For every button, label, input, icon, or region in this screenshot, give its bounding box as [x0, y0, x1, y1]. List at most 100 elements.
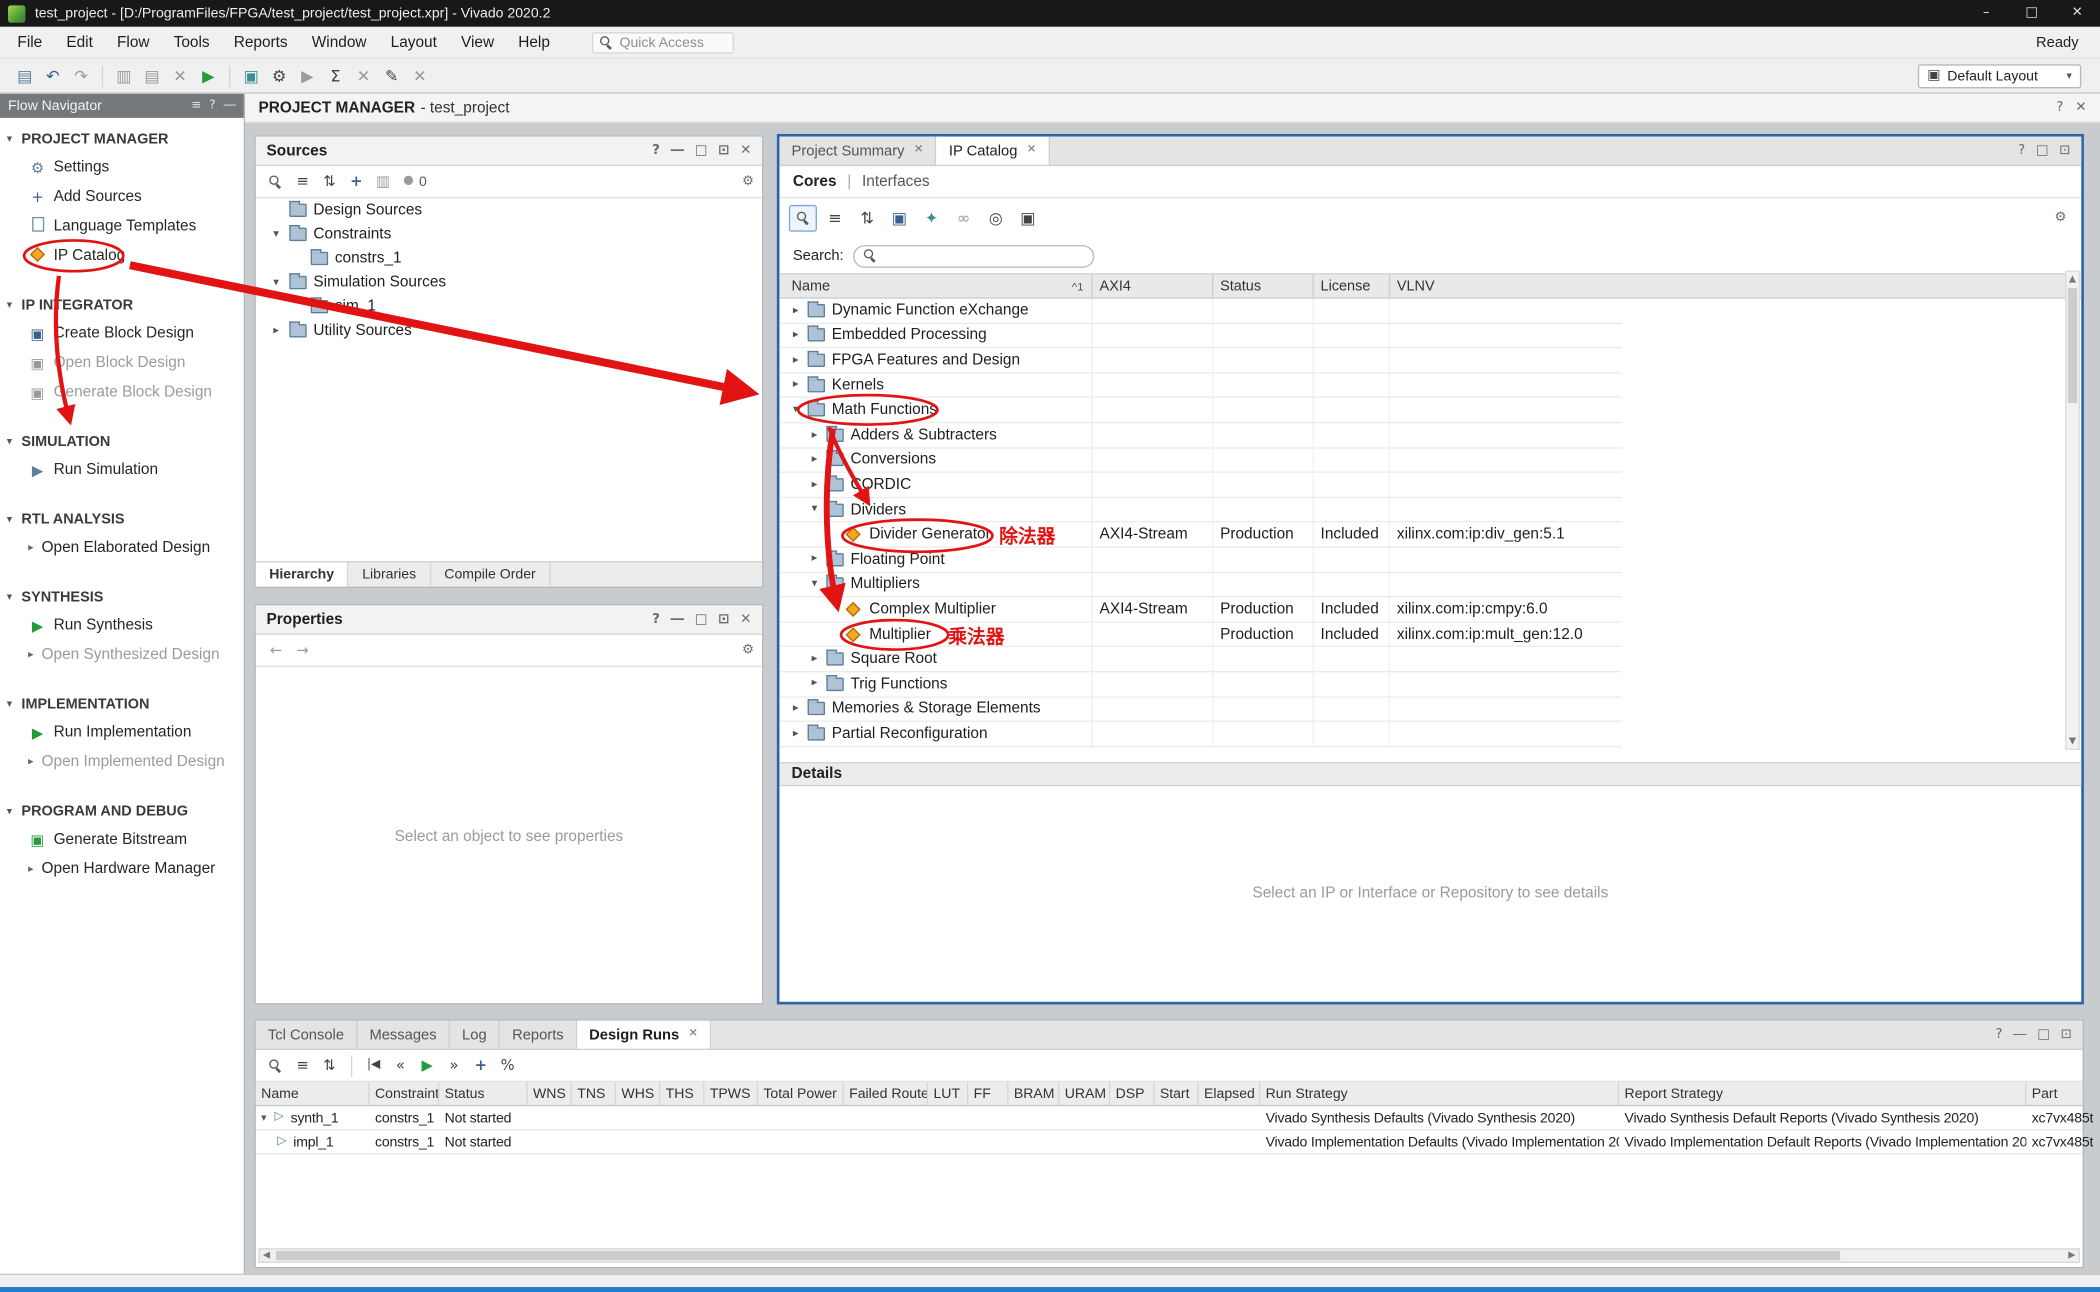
menu-layout[interactable]: Layout [379, 27, 449, 58]
chevron-right-icon[interactable]: ▸ [28, 650, 41, 661]
tab-libraries[interactable]: Libraries [349, 563, 431, 587]
help-icon[interactable]: ? [652, 613, 660, 626]
chevron-down-icon[interactable]: ▾ [273, 229, 289, 240]
flownav-item-generate-block-design[interactable]: ▣Generate Block Design [0, 378, 244, 407]
catalog-row[interactable]: ▸Dynamic Function eXchange [779, 299, 1621, 324]
expand-all-icon[interactable]: ⇅ [317, 1053, 341, 1077]
close-icon[interactable]: ✕ [689, 1029, 699, 1040]
gear-icon[interactable]: ⚙ [742, 175, 754, 188]
tab-messages[interactable]: Messages [357, 1021, 450, 1049]
ip-search-input[interactable] [853, 244, 1094, 267]
catalog-row-multiplier[interactable]: Multiplier Production Included xilinx.co… [779, 622, 1621, 647]
tab-project-summary[interactable]: Project Summary✕ [779, 137, 936, 165]
flownav-item-create-block-design[interactable]: ▣Create Block Design [0, 319, 244, 348]
collapse-icon[interactable]: ― [224, 100, 236, 112]
flownav-item-open-synthesized-design[interactable]: ▸Open Synthesized Design [0, 640, 244, 669]
section-header-program-and-debug[interactable]: ▾PROGRAM AND DEBUG [0, 798, 244, 825]
menu-tools[interactable]: Tools [162, 27, 222, 58]
minimize-icon[interactable]: ― [2013, 1028, 2026, 1041]
paste-icon[interactable]: ▤ [138, 62, 166, 89]
horizontal-scrollbar[interactable]: ◀ ▶ [258, 1248, 2079, 1263]
run-row-impl-1[interactable]: ▷impl_1 constrs_1 Not started Vivado Imp… [256, 1130, 2083, 1154]
menu-flow[interactable]: Flow [105, 27, 162, 58]
run-icon[interactable]: ▶ [415, 1053, 439, 1077]
expand-all-icon[interactable]: ⇅ [317, 169, 341, 193]
column-constraints[interactable]: Constraints [370, 1082, 440, 1105]
sigma-icon[interactable]: Σ [321, 62, 349, 89]
flownav-item-run-simulation[interactable]: ▶Run Simulation [0, 455, 244, 484]
chevron-down-icon[interactable]: ▾ [812, 504, 827, 515]
menu-window[interactable]: Window [300, 27, 379, 58]
chevron-right-icon[interactable]: ▸ [793, 703, 808, 714]
scrollbar-thumb[interactable] [276, 1251, 1840, 1260]
column-name[interactable]: Name [256, 1082, 370, 1105]
maximize-icon[interactable]: □ [2036, 144, 2049, 157]
chevron-down-icon[interactable]: ▾ [793, 404, 808, 415]
tab-reports[interactable]: Reports [500, 1021, 577, 1049]
flownav-item-language-templates[interactable]: Language Templates [0, 212, 244, 241]
catalog-row-math-functions[interactable]: ▾Math Functions [779, 398, 1621, 423]
tree-row-sim-1[interactable]: sim_1 [256, 295, 762, 319]
maximize-button[interactable]: □ [2009, 0, 2055, 27]
help-icon[interactable]: ? [1995, 1028, 2002, 1041]
collapse-all-icon[interactable]: ≡ [821, 205, 849, 232]
catalog-row-dividers[interactable]: ▾Dividers [779, 498, 1621, 523]
tab-log[interactable]: Log [450, 1021, 500, 1049]
flownav-item-open-hardware-manager[interactable]: ▸Open Hardware Manager [0, 854, 244, 883]
undo-icon[interactable]: ↶ [39, 62, 67, 89]
flownav-item-settings[interactable]: ⚙Settings [0, 153, 244, 182]
help-icon[interactable]: ? [652, 144, 660, 157]
gear-icon[interactable]: ⚙ [742, 644, 754, 657]
flownav-item-open-block-design[interactable]: ▣Open Block Design [0, 348, 244, 377]
catalog-row[interactable]: ▸Floating Point [779, 548, 1621, 573]
edit-icon[interactable]: ✎ [378, 62, 406, 89]
close-icon[interactable]: ✕ [2075, 101, 2086, 114]
flownav-item-ip-catalog[interactable]: IP Catalog [0, 241, 244, 270]
column-status[interactable]: Status [1213, 275, 1313, 298]
flownav-item-open-implemented-design[interactable]: ▸Open Implemented Design [0, 747, 244, 776]
close-icon[interactable]: ✕ [914, 145, 924, 156]
column-status[interactable]: Status [439, 1082, 527, 1105]
catalog-row[interactable]: ▸Adders & Subtracters [779, 423, 1621, 448]
hierarchy-view-icon[interactable]: ▣ [885, 205, 913, 232]
chevron-right-icon[interactable]: ▸ [793, 728, 808, 739]
menu-view[interactable]: View [449, 27, 506, 58]
taxonomy-icon[interactable]: ✦ [917, 205, 945, 232]
menu-icon[interactable]: ≡ [191, 100, 201, 112]
flownav-item-generate-bitstream[interactable]: ▣Generate Bitstream [0, 825, 244, 854]
catalog-row-multipliers[interactable]: ▾Multipliers [779, 573, 1621, 598]
catalog-row[interactable]: ▸Kernels [779, 373, 1621, 398]
catalog-row[interactable]: ▸Memories & Storage Elements [779, 697, 1621, 722]
gear-icon[interactable]: ⚙ [2055, 212, 2067, 225]
flownav-item-run-implementation[interactable]: ▶Run Implementation [0, 718, 244, 747]
section-header-rtl-analysis[interactable]: ▾RTL ANALYSIS [0, 506, 244, 533]
column-vlnv[interactable]: VLNV [1390, 275, 1622, 298]
forward-icon[interactable]: » [442, 1053, 466, 1077]
subtab-cores[interactable]: Cores [793, 173, 837, 189]
minimize-icon[interactable]: ― [671, 613, 684, 626]
tree-row-constrs-1[interactable]: constrs_1 [256, 246, 762, 270]
copy-icon[interactable]: ▥ [110, 62, 138, 89]
tree-row-constraints[interactable]: ▾Constraints [256, 222, 762, 246]
section-header-project-manager[interactable]: ▾PROJECT MANAGER [0, 126, 244, 153]
column-run-strategy[interactable]: Run Strategy [1260, 1082, 1619, 1105]
chevron-right-icon[interactable]: ▸ [28, 542, 41, 553]
chevron-right-icon[interactable]: ▸ [812, 653, 827, 664]
tab-ip-catalog[interactable]: IP Catalog✕ [937, 137, 1050, 165]
column-name[interactable]: Name^1 [779, 275, 1092, 298]
settings-gear-icon[interactable]: ⚙ [265, 62, 293, 89]
column-total-power[interactable]: Total Power [758, 1082, 844, 1105]
catalog-row[interactable]: ▸Embedded Processing [779, 324, 1621, 349]
scroll-right-icon[interactable]: ▶ [2065, 1251, 2078, 1260]
chevron-down-icon[interactable]: ▾ [261, 1112, 274, 1123]
maximize-icon[interactable]: □ [2037, 1028, 2050, 1041]
tree-row-utility-sources[interactable]: ▸Utility Sources [256, 319, 762, 343]
flownav-item-run-synthesis[interactable]: ▶Run Synthesis [0, 611, 244, 640]
catalog-row[interactable]: ▸Partial Reconfiguration [779, 722, 1621, 747]
column-part[interactable]: Part [2026, 1082, 2093, 1105]
tree-row-design-sources[interactable]: Design Sources [256, 198, 762, 222]
column-axi4[interactable]: AXI4 [1093, 275, 1214, 298]
chevron-right-icon[interactable]: ▸ [793, 330, 808, 341]
section-header-implementation[interactable]: ▾IMPLEMENTATION [0, 691, 244, 718]
chevron-right-icon[interactable]: ▸ [28, 757, 41, 768]
